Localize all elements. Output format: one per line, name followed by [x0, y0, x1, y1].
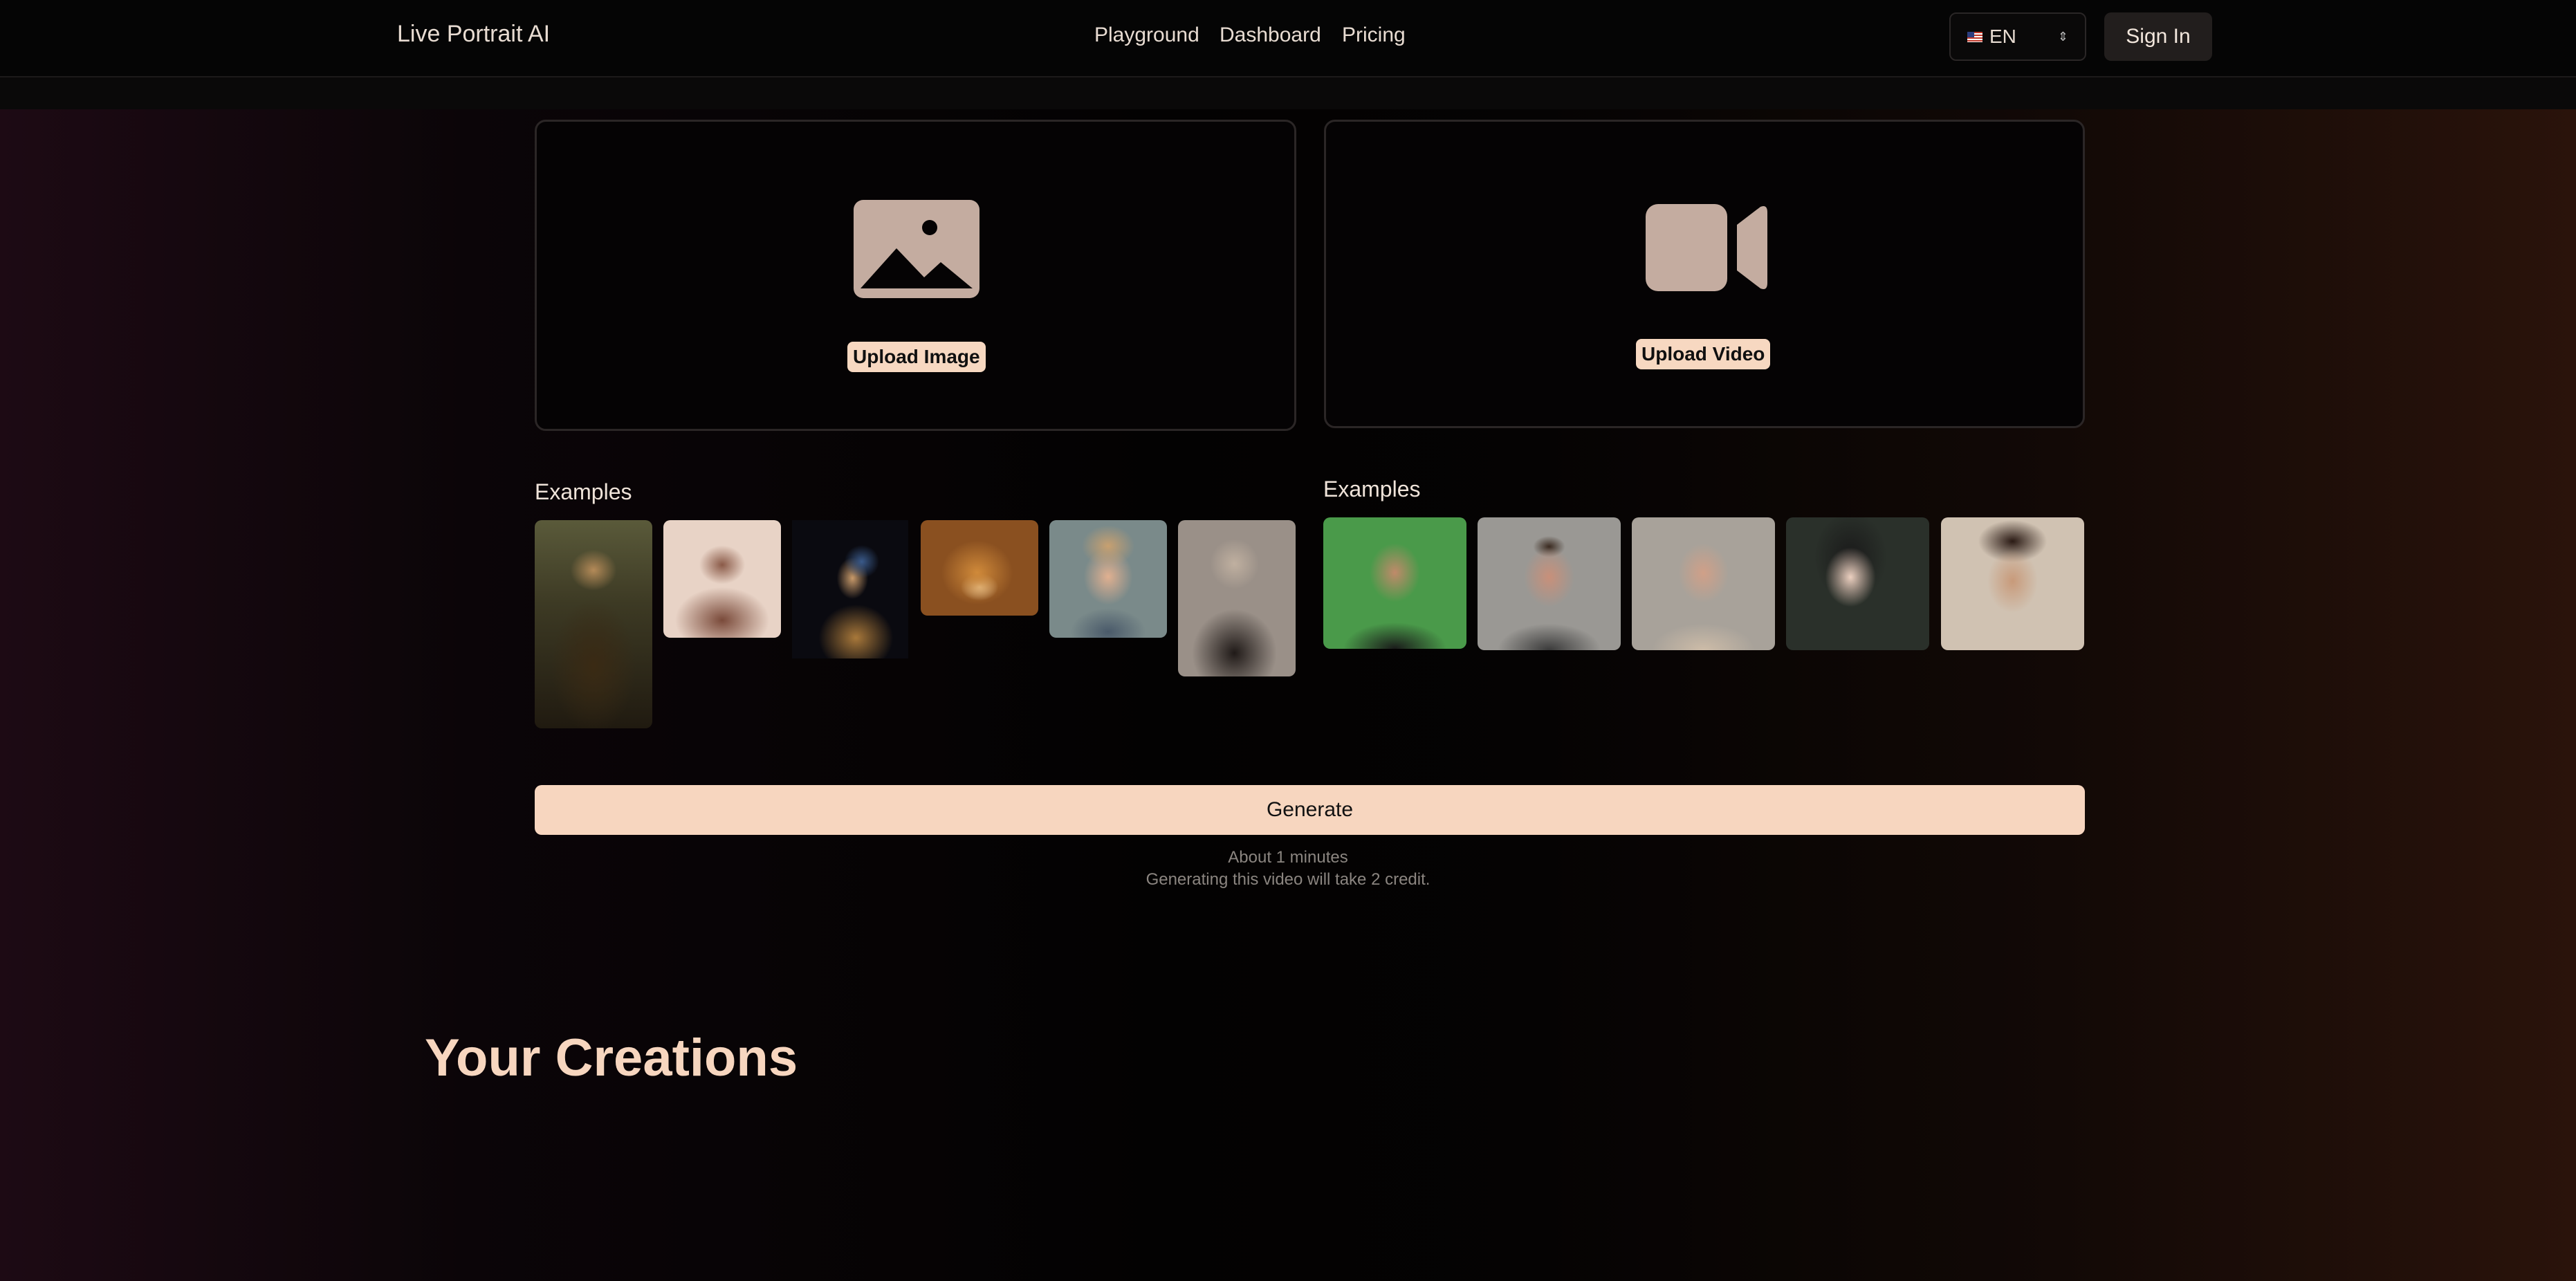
upload-video-button[interactable]: Upload Video [1636, 339, 1771, 369]
nav-pricing[interactable]: Pricing [1342, 24, 1406, 47]
image-icon [854, 200, 979, 298]
nav-playground[interactable]: Playground [1094, 24, 1199, 47]
generation-time-note: About 1 minutes [1228, 848, 1348, 867]
upload-video-dropzone[interactable]: Upload Video [1324, 120, 2085, 428]
chevron-updown-icon: ⇕ [2057, 30, 2068, 44]
generate-button[interactable]: Generate [535, 785, 2085, 835]
language-label: EN [1989, 26, 2016, 47]
header-divider-strip [0, 77, 2576, 109]
upload-image-button[interactable]: Upload Image [847, 342, 986, 372]
example-image-doge[interactable] [921, 520, 1038, 616]
example-image-girl-with-pearl-earring[interactable] [792, 520, 908, 658]
language-select[interactable]: EN ⇕ [1949, 12, 2086, 61]
upload-image-dropzone[interactable]: Upload Image [535, 120, 1296, 431]
example-image-mona-lisa[interactable] [535, 520, 652, 728]
nav-dashboard[interactable]: Dashboard [1220, 24, 1321, 47]
top-header: Live Portrait AI Playground Dashboard Pr… [0, 0, 2576, 77]
brand-logo[interactable]: Live Portrait AI [397, 21, 550, 48]
example-video-man-green-screen[interactable] [1323, 517, 1466, 649]
example-video-woman-talking[interactable] [1941, 517, 2084, 650]
sign-in-button[interactable]: Sign In [2104, 12, 2212, 61]
example-image-cartoon-boy[interactable] [1049, 520, 1167, 638]
example-video-woman-eyes-closed[interactable] [1786, 517, 1929, 650]
credit-cost-note: Generating this video will take 2 credit… [1146, 870, 1430, 889]
your-creations-heading: Your Creations [425, 1029, 798, 1087]
us-flag-icon [1967, 31, 1982, 42]
example-video-man-open-mouth[interactable] [1478, 517, 1621, 650]
example-image-terracotta-warrior[interactable] [663, 520, 781, 638]
video-camera-icon [1646, 204, 1767, 291]
image-examples-title: Examples [535, 479, 632, 504]
example-video-man-glasses[interactable] [1632, 517, 1775, 650]
example-image-einstein[interactable] [1178, 520, 1296, 676]
video-examples-title: Examples [1323, 477, 1421, 501]
